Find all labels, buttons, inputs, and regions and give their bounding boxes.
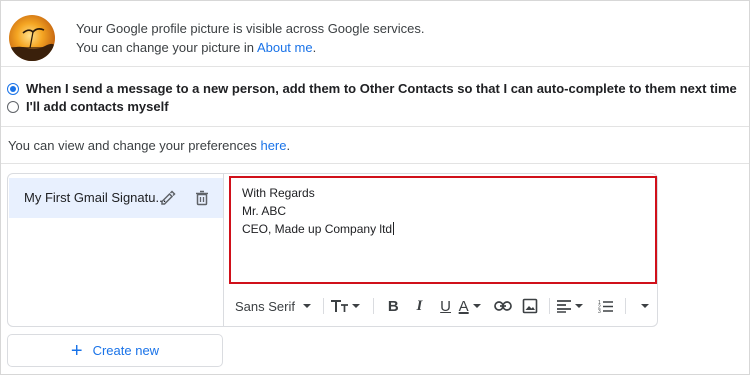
signature-text-area[interactable]: With Regards Mr. ABC CEO, Made up Compan… bbox=[229, 176, 657, 284]
profile-picture-section: Your Google profile picture is visible a… bbox=[1, 1, 749, 67]
signature-editor: With Regards Mr. ABC CEO, Made up Compan… bbox=[223, 174, 658, 326]
signature-list-item[interactable]: My First Gmail Signatu... bbox=[9, 178, 223, 218]
auto-complete-options: When I send a message to a new person, a… bbox=[1, 77, 749, 127]
about-me-link[interactable]: About me bbox=[257, 40, 313, 55]
font-family-dropdown[interactable]: Sans Serif bbox=[235, 294, 317, 318]
chevron-down-icon bbox=[472, 304, 481, 308]
bold-button[interactable]: B bbox=[380, 294, 406, 318]
add-other-contacts-option[interactable]: When I send a message to a new person, a… bbox=[7, 81, 737, 96]
toolbar-divider bbox=[548, 298, 550, 314]
text-size-icon bbox=[331, 300, 349, 312]
font-family-label: Sans Serif bbox=[235, 298, 295, 314]
align-icon bbox=[556, 300, 571, 313]
delete-icon[interactable] bbox=[193, 189, 211, 207]
text-cursor bbox=[393, 222, 395, 235]
settings-frame: Your Google profile picture is visible a… bbox=[0, 0, 750, 375]
formatting-toolbar: Sans Serif B I U A 1 2 3 bbox=[223, 292, 658, 320]
italic-icon: I bbox=[416, 297, 423, 314]
numbered-list-button[interactable]: 123 bbox=[593, 294, 619, 318]
radio-add-other-contacts[interactable] bbox=[7, 82, 19, 95]
toolbar-divider bbox=[625, 298, 626, 314]
insert-link-button[interactable] bbox=[490, 294, 516, 318]
svg-text:3: 3 bbox=[598, 309, 601, 313]
profile-line-1: Your Google profile picture is visible a… bbox=[76, 21, 425, 36]
underline-icon: U bbox=[440, 297, 452, 315]
chevron-down-icon bbox=[574, 304, 583, 308]
signature-line-3: CEO, Made up Company ltd bbox=[242, 222, 395, 236]
plus-icon: + bbox=[70, 339, 83, 362]
profile-line-2: You can change your picture in About me. bbox=[76, 40, 317, 55]
bold-icon: B bbox=[387, 297, 399, 315]
insert-image-button[interactable] bbox=[517, 294, 543, 318]
create-new-label: Create new bbox=[92, 343, 160, 358]
signature-name: My First Gmail Signatu... bbox=[24, 190, 167, 205]
image-icon bbox=[522, 298, 537, 314]
signature-line-1: With Regards bbox=[242, 186, 315, 200]
create-new-signature-button[interactable]: + Create new bbox=[7, 334, 223, 367]
signature-list: My First Gmail Signatu... bbox=[8, 174, 224, 326]
more-formatting-button[interactable] bbox=[632, 294, 658, 318]
underline-button[interactable]: U bbox=[433, 294, 459, 318]
text-color-icon: A bbox=[458, 297, 469, 315]
signature-line-2: Mr. ABC bbox=[242, 204, 287, 218]
add-contacts-myself-label: I'll add contacts myself bbox=[26, 99, 169, 114]
text-size-button[interactable] bbox=[330, 294, 367, 318]
link-icon bbox=[494, 301, 513, 311]
numbered-list-icon: 123 bbox=[598, 300, 613, 313]
sunset-bird-image bbox=[9, 28, 55, 61]
chevron-down-icon bbox=[352, 304, 361, 308]
text-color-button[interactable]: A bbox=[459, 294, 491, 318]
add-other-contacts-label: When I send a message to a new person, a… bbox=[26, 81, 737, 96]
profile-info-text: Your Google profile picture is visible a… bbox=[76, 19, 425, 57]
radio-add-contacts-myself[interactable] bbox=[7, 100, 19, 113]
italic-button[interactable]: I bbox=[406, 294, 432, 318]
chevron-down-icon bbox=[302, 304, 311, 308]
signature-panel: My First Gmail Signatu... With Regards M… bbox=[7, 173, 658, 327]
preferences-here-link[interactable]: here bbox=[260, 138, 286, 153]
toolbar-divider bbox=[373, 298, 375, 314]
toolbar-divider bbox=[323, 298, 325, 314]
align-button[interactable] bbox=[556, 294, 593, 318]
add-contacts-myself-option[interactable]: I'll add contacts myself bbox=[7, 99, 169, 114]
divider bbox=[1, 163, 749, 164]
profile-avatar[interactable] bbox=[9, 15, 55, 61]
preferences-text: You can view and change your preferences… bbox=[8, 138, 291, 153]
more-formatting-icon bbox=[641, 304, 649, 308]
edit-signature-name-icon[interactable] bbox=[159, 189, 177, 207]
